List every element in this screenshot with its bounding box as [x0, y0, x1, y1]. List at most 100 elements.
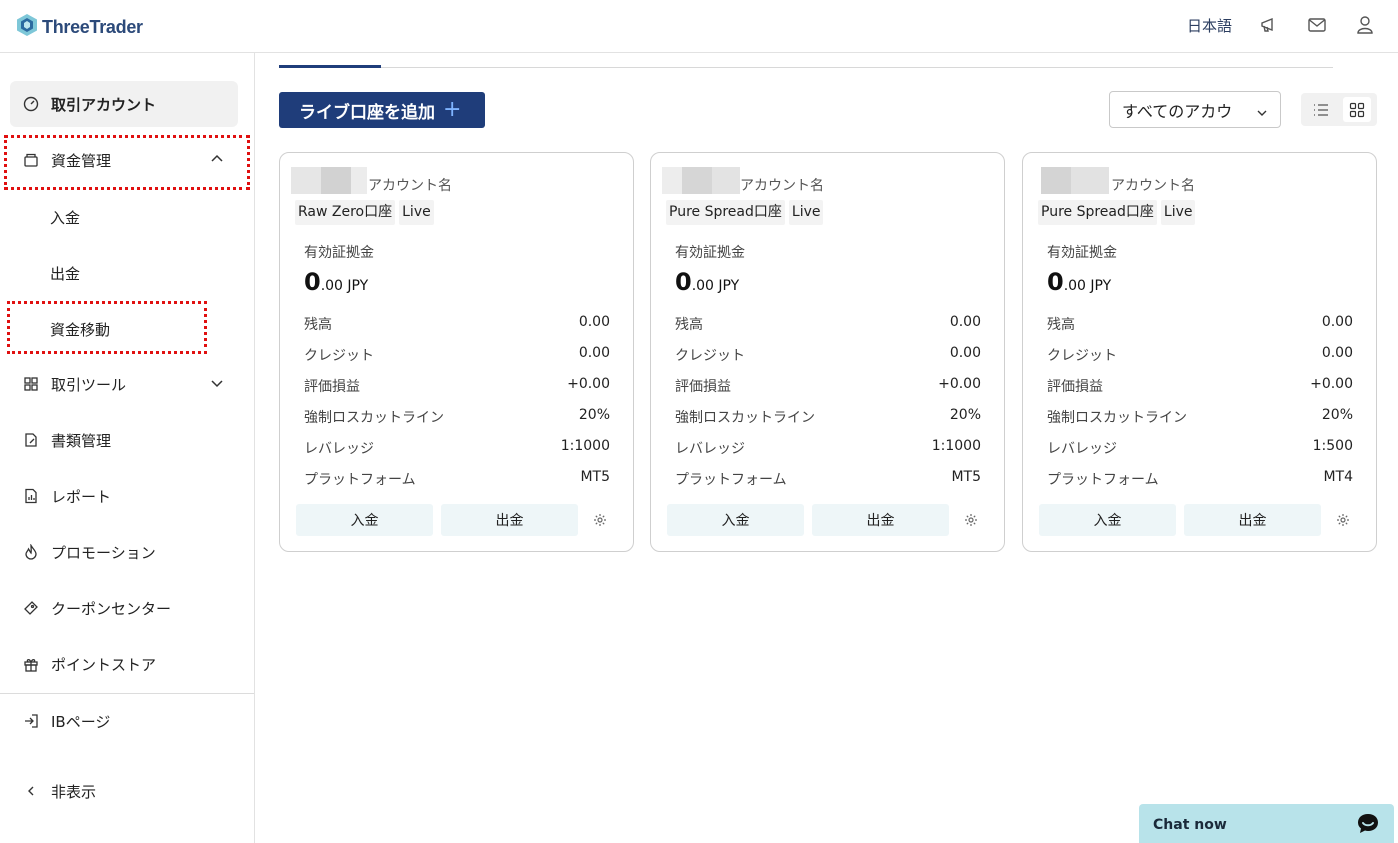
sidebar-item-reports[interactable]: レポート	[10, 473, 238, 519]
account-type-badge: Pure Spread口座	[1038, 200, 1157, 225]
account-card: アカウント名 Raw Zero口座 Live 有効証拠金 0.00 JPY 残高…	[279, 152, 634, 552]
gear-icon[interactable]	[964, 512, 978, 531]
filter-value: すべてのアカウ	[1122, 101, 1233, 121]
chevron-down-icon	[1256, 104, 1268, 123]
credit-row: クレジット 0.00	[304, 345, 610, 364]
sidebar-item-label: IBページ	[51, 712, 111, 731]
language-selector[interactable]: 日本語	[1187, 15, 1232, 36]
equity-value: 0.00 JPY	[304, 268, 369, 296]
gear-icon[interactable]	[1336, 512, 1350, 531]
logo-text: ThreeTrader	[42, 16, 143, 37]
sidebar-item-label: プロモーション	[51, 543, 156, 562]
sidebar-subitem-deposit[interactable]: 入金	[50, 207, 80, 228]
sidebar-item-label: 非表示	[51, 782, 97, 801]
sidebar-item-promotions[interactable]: プロモーション	[10, 529, 238, 575]
equity-value: 0.00 JPY	[675, 268, 740, 296]
equity-label: 有効証拠金	[675, 245, 745, 261]
stopout-row: 強制ロスカットライン 20%	[1047, 407, 1353, 426]
sidebar-item-label: 取引アカウント	[51, 95, 157, 114]
sidebar-item-label: 書類管理	[51, 431, 112, 450]
withdraw-button[interactable]: 出金	[812, 504, 949, 536]
sidebar-divider	[0, 693, 254, 694]
balance-row: 残高 0.00	[304, 314, 610, 333]
sidebar-item-label: ポイントストア	[51, 655, 157, 674]
list-view-icon[interactable]	[1307, 97, 1335, 122]
logo-icon	[16, 13, 38, 41]
tab-active-indicator[interactable]	[279, 65, 381, 68]
redacted-account-id	[1041, 167, 1109, 194]
view-toggle	[1301, 93, 1377, 126]
sidebar-item-label: 取引ツール	[51, 375, 127, 394]
pnl-row: 評価損益 +0.00	[304, 376, 610, 395]
equity-label: 有効証拠金	[1047, 245, 1117, 261]
sidebar-item-trading-tools[interactable]: 取引ツール	[10, 361, 238, 407]
sidebar-item-trading-accounts[interactable]: 取引アカウント	[10, 81, 238, 127]
deposit-button[interactable]: 入金	[667, 504, 804, 536]
credit-row: クレジット 0.00	[1047, 345, 1353, 364]
add-button-label: ライブ口座を追加	[299, 102, 435, 123]
stopout-row: 強制ロスカットライン 20%	[675, 407, 981, 426]
add-live-account-button[interactable]: ライブ口座を追加 +	[279, 92, 485, 128]
document-edit-icon	[22, 431, 40, 449]
gear-icon[interactable]	[593, 512, 607, 531]
account-filter-select[interactable]: すべてのアカウ	[1109, 91, 1281, 128]
stopout-row: 強制ロスカットライン 20%	[304, 407, 610, 426]
highlight-box-funds	[4, 135, 250, 190]
ticket-icon	[22, 599, 40, 617]
sidebar-item-documents[interactable]: 書類管理	[10, 417, 238, 463]
flame-icon	[22, 543, 40, 561]
account-name-label: アカウント名	[740, 178, 824, 194]
sidebar-item-point-store[interactable]: ポイントストア	[10, 641, 238, 687]
account-type-badge: Raw Zero口座	[295, 200, 396, 225]
gauge-icon	[22, 95, 40, 113]
chat-label: Chat now	[1153, 817, 1227, 833]
balance-row: 残高 0.00	[1047, 314, 1353, 333]
sidebar-item-label: レポート	[51, 487, 112, 506]
deposit-button[interactable]: 入金	[1039, 504, 1176, 536]
leverage-row: レバレッジ 1:500	[1047, 438, 1353, 457]
tab-bar-line	[279, 67, 1333, 68]
platform-row: プラットフォーム MT5	[304, 469, 610, 488]
pnl-row: 評価損益 +0.00	[675, 376, 981, 395]
login-icon	[22, 712, 40, 730]
status-badge: Live	[788, 200, 824, 225]
withdraw-button[interactable]: 出金	[1184, 504, 1321, 536]
chevron-left-icon	[22, 782, 40, 800]
withdraw-button[interactable]: 出金	[441, 504, 578, 536]
top-header: ThreeTrader 日本語	[0, 0, 1398, 53]
account-card: アカウント名 Pure Spread口座 Live 有効証拠金 0.00 JPY…	[1022, 152, 1377, 552]
credit-row: クレジット 0.00	[675, 345, 981, 364]
gift-icon	[22, 655, 40, 673]
mail-icon[interactable]	[1306, 14, 1328, 36]
main-content: ライブ口座を追加 + すべてのアカウ アカウント名 Raw Zero口座 Liv…	[255, 53, 1398, 843]
equity-value: 0.00 JPY	[1047, 268, 1112, 296]
pnl-row: 評価損益 +0.00	[1047, 376, 1353, 395]
chat-widget[interactable]: Chat now	[1139, 804, 1394, 843]
status-badge: Live	[1160, 200, 1196, 225]
megaphone-icon[interactable]	[1258, 14, 1280, 36]
user-icon[interactable]	[1354, 14, 1376, 36]
leverage-row: レバレッジ 1:1000	[675, 438, 981, 457]
sidebar-item-ib-page[interactable]: IBページ	[10, 698, 238, 744]
deposit-button[interactable]: 入金	[296, 504, 433, 536]
chevron-down-icon	[210, 376, 224, 394]
leverage-row: レバレッジ 1:1000	[304, 438, 610, 457]
platform-row: プラットフォーム MT4	[1047, 469, 1353, 488]
sidebar: 取引アカウント 資金管理 入金 出金 資金移動 取引ツール 書類管理 レポート	[0, 53, 255, 843]
plus-icon: +	[443, 96, 462, 122]
sidebar-item-coupons[interactable]: クーポンセンター	[10, 585, 238, 631]
grid-plus-icon	[22, 375, 40, 393]
sidebar-item-label: クーポンセンター	[51, 599, 172, 618]
redacted-account-id	[662, 167, 740, 194]
equity-label: 有効証拠金	[304, 245, 374, 261]
account-card: アカウント名 Pure Spread口座 Live 有効証拠金 0.00 JPY…	[650, 152, 1005, 552]
highlight-box-transfer	[7, 301, 207, 354]
platform-row: プラットフォーム MT5	[675, 469, 981, 488]
report-icon	[22, 487, 40, 505]
sidebar-subitem-withdraw[interactable]: 出金	[50, 263, 80, 284]
sidebar-hide-toggle[interactable]: 非表示	[10, 768, 238, 814]
account-name-label: アカウント名	[1111, 178, 1195, 194]
grid-view-icon[interactable]	[1343, 97, 1371, 122]
balance-row: 残高 0.00	[675, 314, 981, 333]
logo[interactable]: ThreeTrader	[16, 13, 143, 41]
